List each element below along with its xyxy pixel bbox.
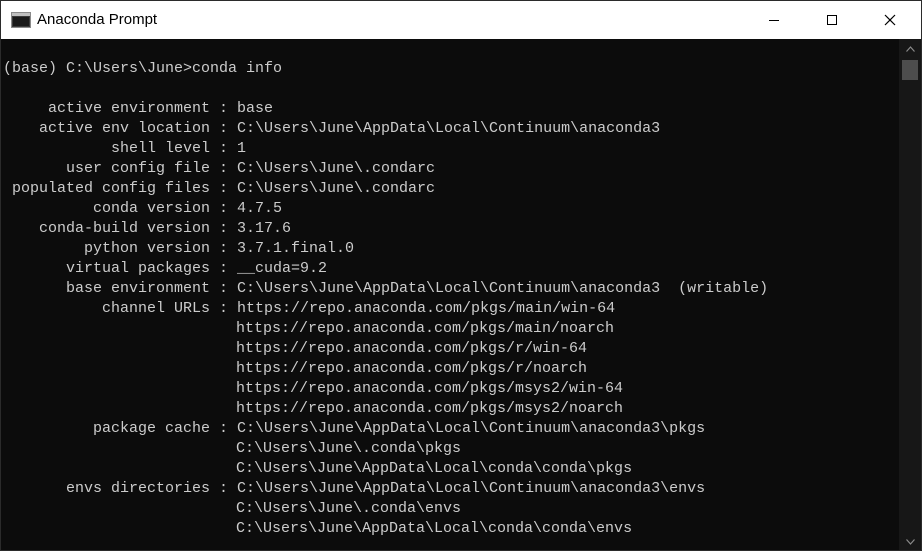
info-value: C:\Users\June\.condarc bbox=[237, 180, 436, 197]
info-value: 3.17.6 bbox=[237, 220, 292, 237]
info-separator: : bbox=[210, 160, 238, 177]
info-value: C:\Users\June\AppData\Local\Continuum\an… bbox=[237, 120, 661, 137]
info-value: __cuda=9.2 bbox=[237, 260, 328, 277]
info-value-continuation: C:\Users\June\AppData\Local\conda\conda\… bbox=[236, 460, 633, 477]
info-key: base environment bbox=[65, 280, 210, 297]
info-key: envs directories bbox=[65, 480, 210, 497]
info-line: envs directories : C:\Users\June\AppData… bbox=[3, 479, 768, 499]
info-separator: : bbox=[210, 200, 238, 217]
info-value-continuation: C:\Users\June\.conda\pkgs bbox=[236, 440, 462, 457]
info-separator: : bbox=[210, 300, 238, 317]
vertical-scrollbar[interactable] bbox=[899, 39, 921, 550]
info-line: python version : 3.7.1.final.0 bbox=[3, 239, 768, 259]
info-line: active env location : C:\Users\June\AppD… bbox=[3, 119, 768, 139]
scroll-down-arrow-icon bbox=[905, 532, 915, 550]
info-separator: : bbox=[210, 220, 238, 237]
info-line: active environment : base bbox=[3, 99, 768, 119]
info-separator: : bbox=[210, 140, 238, 157]
info-value-continuation: https://repo.anaconda.com/pkgs/msys2/win… bbox=[236, 380, 624, 397]
info-key: python version bbox=[83, 240, 210, 257]
info-key: active environment bbox=[47, 100, 210, 117]
info-value: base bbox=[237, 100, 274, 117]
info-key: conda version bbox=[92, 200, 210, 217]
info-value-continuation: C:\Users\June\.conda\envs bbox=[236, 500, 462, 517]
info-value-continuation: https://repo.anaconda.com/pkgs/main/noar… bbox=[236, 320, 615, 337]
info-value: C:\Users\June\.condarc bbox=[237, 160, 436, 177]
info-value: C:\Users\June\AppData\Local\Continuum\an… bbox=[237, 420, 706, 437]
info-value-continuation: C:\Users\June\AppData\Local\conda\conda\… bbox=[236, 520, 633, 537]
info-value-continuation: https://repo.anaconda.com/pkgs/r/win-64 bbox=[236, 340, 588, 357]
info-key: shell level bbox=[110, 140, 210, 157]
scroll-up-arrow-icon bbox=[905, 39, 915, 57]
info-separator: : bbox=[210, 100, 238, 117]
maximize-icon bbox=[826, 14, 838, 26]
maximize-button[interactable] bbox=[809, 1, 855, 39]
info-line: base environment : C:\Users\June\AppData… bbox=[3, 279, 768, 299]
prompt-line: (base) C:\Users\June>conda info bbox=[3, 60, 283, 77]
info-value: https://repo.anaconda.com/pkgs/main/win-… bbox=[237, 300, 616, 317]
info-value-continuation: https://repo.anaconda.com/pkgs/r/noarch bbox=[236, 360, 588, 377]
info-value: 4.7.5 bbox=[237, 200, 283, 217]
info-key: conda-build version bbox=[38, 220, 210, 237]
scroll-down-button[interactable] bbox=[899, 532, 921, 550]
info-separator: : bbox=[210, 240, 238, 257]
info-value: 1 bbox=[237, 140, 247, 157]
console-text-area: (base) C:\Users\June>conda info active e… bbox=[3, 59, 768, 539]
console-output[interactable]: (base) C:\Users\June>conda info active e… bbox=[1, 39, 899, 550]
info-value: C:\Users\June\AppData\Local\Continuum\an… bbox=[237, 280, 769, 297]
info-line: populated config files : C:\Users\June\.… bbox=[3, 179, 768, 199]
info-separator: : bbox=[210, 120, 238, 137]
info-separator: : bbox=[210, 180, 238, 197]
scrollbar-thumb[interactable] bbox=[902, 60, 918, 80]
info-line: user config file : C:\Users\June\.condar… bbox=[3, 159, 768, 179]
minimize-icon bbox=[768, 14, 780, 26]
info-separator: : bbox=[210, 260, 238, 277]
terminal-icon bbox=[11, 12, 31, 28]
title-bar[interactable]: Anaconda Prompt bbox=[1, 1, 921, 39]
info-key: active env location bbox=[38, 120, 210, 137]
info-value: C:\Users\June\AppData\Local\Continuum\an… bbox=[237, 480, 706, 497]
info-key: virtual packages bbox=[65, 260, 210, 277]
terminal-window: Anaconda Prompt (base) C:\Users\June>con… bbox=[0, 0, 922, 551]
info-line: conda version : 4.7.5 bbox=[3, 199, 768, 219]
info-line: virtual packages : __cuda=9.2 bbox=[3, 259, 768, 279]
scroll-up-button[interactable] bbox=[899, 39, 921, 57]
minimize-button[interactable] bbox=[751, 1, 797, 39]
info-value-continuation: https://repo.anaconda.com/pkgs/msys2/noa… bbox=[236, 400, 624, 417]
window-title: Anaconda Prompt bbox=[37, 11, 158, 28]
info-line: channel URLs : https://repo.anaconda.com… bbox=[3, 299, 768, 319]
info-separator: : bbox=[210, 420, 238, 437]
info-key: populated config files bbox=[11, 180, 210, 197]
close-icon bbox=[884, 14, 896, 26]
info-line: conda-build version : 3.17.6 bbox=[3, 219, 768, 239]
close-button[interactable] bbox=[867, 1, 913, 39]
info-separator: : bbox=[210, 480, 238, 497]
info-key: user config file bbox=[65, 160, 210, 177]
info-separator: : bbox=[210, 280, 238, 297]
info-value: 3.7.1.final.0 bbox=[237, 240, 355, 257]
info-entries: active environment : base active env loca… bbox=[3, 99, 768, 539]
info-key: channel URLs bbox=[101, 300, 210, 317]
info-line: package cache : C:\Users\June\AppData\Lo… bbox=[3, 419, 768, 439]
info-key: package cache bbox=[92, 420, 210, 437]
info-line: shell level : 1 bbox=[3, 139, 768, 159]
